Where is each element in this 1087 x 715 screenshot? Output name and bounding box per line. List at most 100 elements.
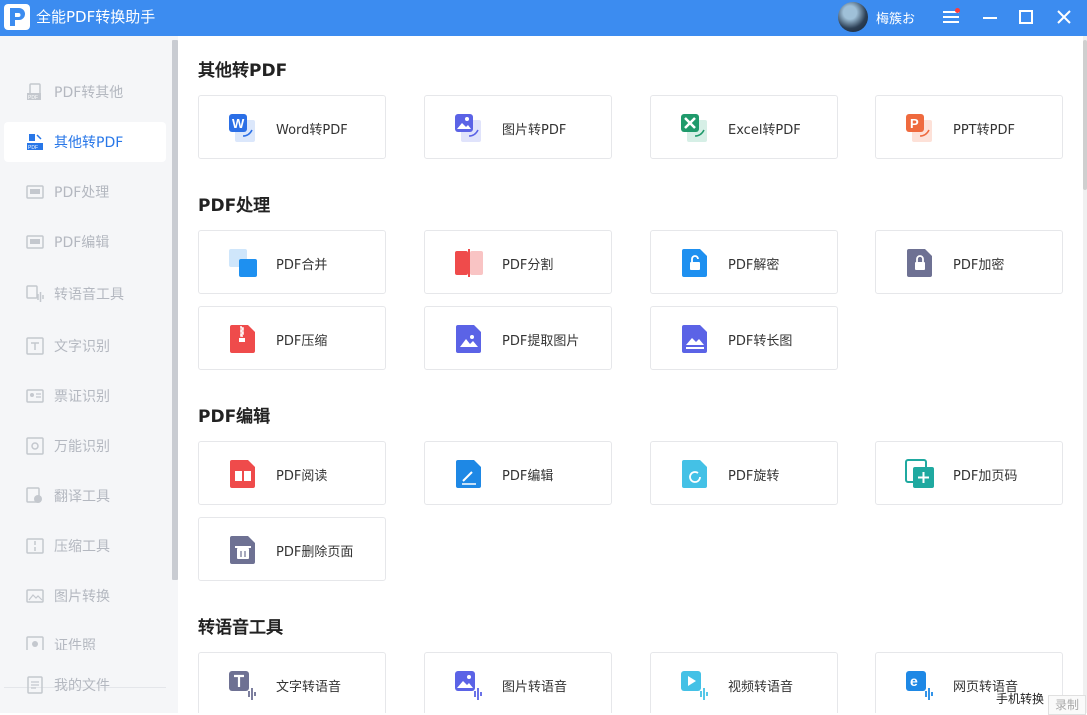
card-label: PDF合并 — [276, 258, 328, 273]
card-label: Word转PDF — [276, 123, 348, 138]
record-button[interactable]: 录制 — [1048, 695, 1086, 715]
maximize-icon — [1019, 10, 1033, 24]
sidebar-item-image-convert[interactable]: 图片转换 — [4, 576, 166, 616]
id-photo-icon — [26, 636, 44, 650]
web-to-speech-icon: e — [906, 671, 933, 700]
pdf-rotate-card[interactable]: PDF旋转 — [650, 441, 838, 505]
pdf-compress-icon — [230, 325, 255, 353]
pdf-decrypt-card[interactable]: PDF解密 — [650, 230, 838, 294]
word-to-pdf-card[interactable]: W Word转PDF — [198, 95, 386, 159]
excel-to-pdf-card[interactable]: Excel转PDF — [650, 95, 838, 159]
sidebar-item-my-files[interactable]: 我的文件 — [4, 665, 166, 705]
menu-button[interactable] — [937, 4, 965, 30]
sidebar-item-other-to-pdf[interactable]: PDF 其他转PDF — [4, 122, 166, 162]
video-to-speech-card[interactable]: 视频转语音 — [650, 652, 838, 713]
sidebar-item-text-ocr[interactable]: 文字识别 — [4, 326, 166, 366]
pdf-rotate-icon — [682, 460, 707, 488]
section-title: 其他转PDF — [198, 61, 288, 81]
text-to-speech-card[interactable]: 文字转语音 — [198, 652, 386, 713]
sidebar-item-label: 文字识别 — [54, 339, 110, 355]
sidebar-item-compress[interactable]: 压缩工具 — [4, 526, 166, 566]
card-label: PDF删除页面 — [276, 545, 354, 560]
pdf-split-icon — [455, 249, 483, 277]
card-label: PDF转长图 — [728, 334, 793, 349]
image-to-pdf-icon — [455, 114, 481, 142]
pdf-extract-image-icon — [456, 325, 481, 353]
pdf-edit-doc-icon — [456, 460, 481, 488]
compress-icon — [26, 538, 44, 554]
video-to-speech-icon — [681, 671, 708, 700]
svg-text:PDF: PDF — [28, 95, 38, 101]
sidebar-item-translate[interactable]: 翻译工具 — [4, 476, 166, 516]
ppt-to-pdf-card[interactable]: P PPT转PDF — [875, 95, 1063, 159]
voice-tool-icon — [26, 285, 44, 302]
sidebar-item-label: 证件照 — [54, 638, 96, 650]
pdf-delete-page-card[interactable]: PDF删除页面 — [198, 517, 386, 581]
sidebar-item-label: 我的文件 — [54, 678, 110, 694]
pdf-export-icon: PDF — [27, 83, 41, 101]
pdf-long-image-card[interactable]: PDF转长图 — [650, 306, 838, 370]
pdf-merge-card[interactable]: PDF合并 — [198, 230, 386, 294]
pdf-decrypt-icon — [682, 249, 707, 277]
card-label: PDF加密 — [953, 258, 1005, 273]
notification-dot — [955, 8, 960, 13]
image-to-speech-card[interactable]: 图片转语音 — [424, 652, 612, 713]
phone-convert-link[interactable]: 手机转换 — [996, 690, 1044, 707]
pdf-compress-card[interactable]: PDF压缩 — [198, 306, 386, 370]
card-label: 视频转语音 — [728, 680, 794, 695]
pdf-edit-icon — [26, 235, 44, 249]
sidebar-item-label: 票证识别 — [54, 389, 110, 405]
pdf-page-number-icon — [905, 459, 934, 488]
image-to-pdf-card[interactable]: 图片转PDF — [424, 95, 612, 159]
sidebar-item-ticket-ocr[interactable]: 票证识别 — [4, 376, 166, 416]
translate-icon — [26, 487, 42, 503]
minimize-button[interactable] — [976, 4, 1004, 30]
card-label: PDF解密 — [728, 258, 780, 273]
main-scrollbar[interactable] — [1083, 40, 1087, 190]
avatar[interactable] — [838, 2, 868, 32]
sidebar-item-label: 翻译工具 — [54, 489, 110, 505]
pdf-read-icon — [230, 460, 255, 488]
pdf-split-card[interactable]: PDF分割 — [424, 230, 612, 294]
text-ocr-icon — [26, 337, 44, 355]
pdf-extract-image-card[interactable]: PDF提取图片 — [424, 306, 612, 370]
pdf-encrypt-card[interactable]: PDF加密 — [875, 230, 1063, 294]
card-label: PDF加页码 — [953, 469, 1018, 484]
pdf-edit-card[interactable]: PDF编辑 — [424, 441, 612, 505]
word-to-pdf-icon: W — [229, 114, 255, 142]
sidebar-item-label: 万能识别 — [54, 439, 110, 455]
sidebar: PDF PDF转其他 PDF 其他转PDF PDF处理 PDF编辑 转语音工具 … — [0, 36, 172, 713]
pdf-merge-icon — [229, 249, 257, 277]
close-button[interactable] — [1050, 4, 1078, 30]
sidebar-item-label: PDF处理 — [54, 185, 110, 201]
pdf-read-card[interactable]: PDF阅读 — [198, 441, 386, 505]
sidebar-item-universal-ocr[interactable]: 万能识别 — [4, 426, 166, 466]
card-label: Excel转PDF — [728, 123, 801, 138]
username[interactable]: 梅簇お — [876, 8, 915, 27]
maximize-button[interactable] — [1012, 4, 1040, 30]
my-files-icon — [27, 676, 43, 694]
card-label: PDF阅读 — [276, 469, 328, 484]
text-to-speech-icon — [229, 671, 256, 700]
card-label: PDF编辑 — [502, 469, 554, 484]
app-logo-icon — [4, 4, 30, 30]
close-icon — [1057, 10, 1071, 24]
sidebar-item-label: 其他转PDF — [54, 135, 124, 151]
card-label: 文字转语音 — [276, 680, 342, 695]
pdf-process-icon — [26, 185, 44, 199]
svg-text:P: P — [910, 116, 919, 131]
svg-text:e: e — [910, 673, 918, 689]
section-title: PDF处理 — [198, 196, 271, 216]
sidebar-item-label: 压缩工具 — [54, 539, 110, 555]
pdf-page-number-card[interactable]: PDF加页码 — [875, 441, 1063, 505]
sidebar-item-id-photo[interactable]: 证件照 — [4, 626, 166, 650]
minimize-icon — [983, 17, 997, 19]
sidebar-item-label: 转语音工具 — [54, 287, 124, 303]
sidebar-item-pdf-to-other[interactable]: PDF PDF转其他 — [4, 72, 166, 112]
card-label: PDF压缩 — [276, 334, 328, 349]
card-label: PDF分割 — [502, 258, 554, 273]
sidebar-item-voice-tool[interactable]: 转语音工具 — [4, 274, 166, 314]
excel-to-pdf-icon — [681, 114, 707, 142]
sidebar-item-pdf-edit[interactable]: PDF编辑 — [4, 222, 166, 262]
sidebar-item-pdf-process[interactable]: PDF处理 — [4, 172, 166, 212]
